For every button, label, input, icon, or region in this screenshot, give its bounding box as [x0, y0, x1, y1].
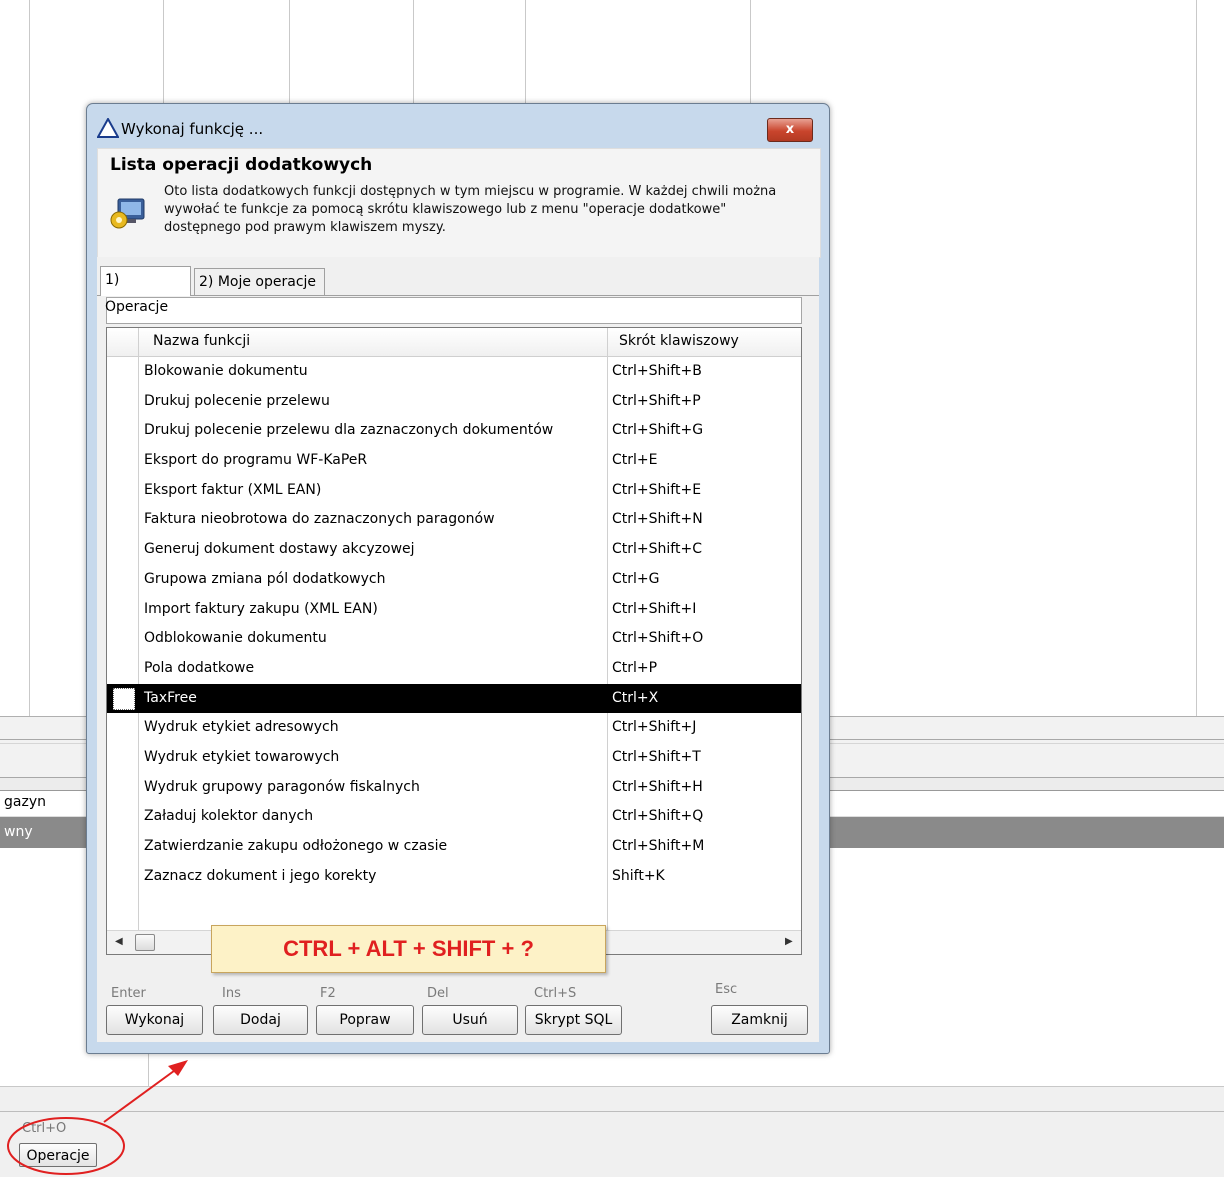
annotation-circle	[7, 1117, 125, 1175]
tab-operacje[interactable]: 1) Operacje	[100, 266, 191, 315]
annotation-arrow-line	[103, 1067, 179, 1123]
annotation-overlay	[7, 1060, 188, 1175]
